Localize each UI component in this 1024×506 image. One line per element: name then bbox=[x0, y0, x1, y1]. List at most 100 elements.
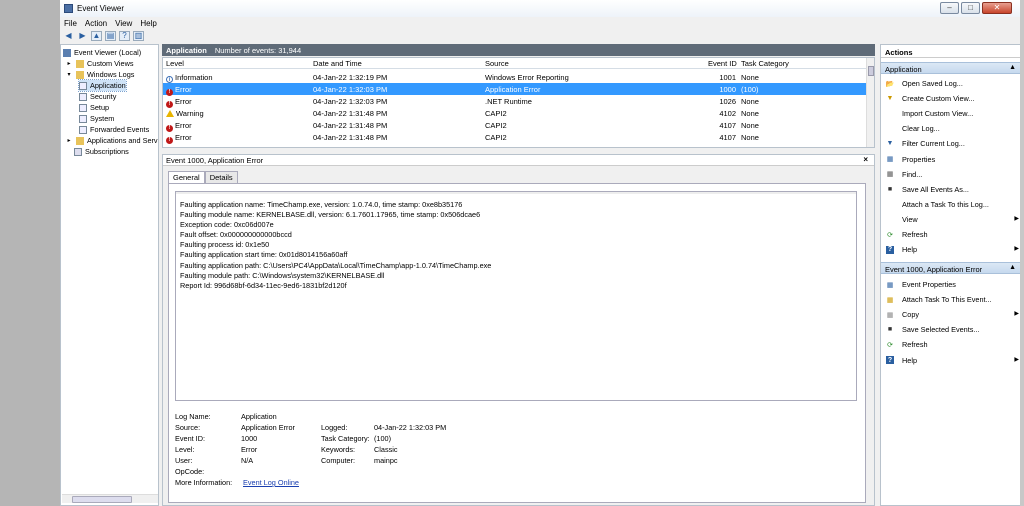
maximize-button[interactable]: □ bbox=[961, 2, 980, 14]
log-header: Application Number of events: 31,944 bbox=[162, 44, 875, 56]
action-label: Import Custom View... bbox=[902, 109, 974, 119]
action-label: Help bbox=[902, 355, 918, 365]
action-save-all-events-as[interactable]: ■ Save All Events As... bbox=[881, 183, 1020, 196]
show-hide-tree-icon[interactable]: ▤ bbox=[105, 30, 116, 41]
table-row[interactable]: Warning 04-Jan-22 1:31:48 PM CAPI2 4102 None bbox=[163, 107, 867, 119]
cell-level: Warning bbox=[166, 109, 204, 118]
tree-root[interactable]: Event Viewer (Local) bbox=[63, 47, 141, 58]
action-label: Save Selected Events... bbox=[902, 325, 980, 335]
cell-task: None bbox=[741, 121, 759, 130]
table-row[interactable]: ! Error 04-Jan-22 1:32:03 PM .NET Runtime 10… bbox=[163, 95, 867, 108]
title-bar[interactable]: Event Viewer – □ ✕ bbox=[60, 0, 1020, 17]
event-description[interactable]: Faulting application name: TimeChamp.exe… bbox=[175, 191, 857, 401]
action-find[interactable]: ▦ Find... bbox=[881, 168, 1020, 181]
menu-file[interactable]: File bbox=[64, 19, 77, 28]
tree-log-system[interactable]: System bbox=[79, 113, 114, 124]
cell-source: Windows Error Reporting bbox=[485, 73, 569, 82]
action-view[interactable]: View ▶ bbox=[881, 213, 1020, 226]
actions-section-application[interactable]: Application ▲ bbox=[881, 62, 1020, 74]
more-info-label: More Information: bbox=[175, 478, 233, 487]
action-label: Create Custom View... bbox=[902, 94, 975, 104]
action-help[interactable]: ? Help ▶ bbox=[881, 243, 1020, 256]
event-properties: Log Name: Application Source: Applicatio… bbox=[175, 412, 855, 502]
tree-subscriptions[interactable]: Subscriptions bbox=[74, 146, 129, 157]
submenu-arrow-icon: ▶ bbox=[1014, 215, 1019, 222]
expand-arrow-icon[interactable]: ▸ bbox=[65, 60, 73, 68]
collapse-caret-icon[interactable]: ▲ bbox=[1009, 64, 1016, 71]
col-task-category[interactable]: Task Category bbox=[741, 59, 789, 68]
minimize-button[interactable]: – bbox=[940, 2, 959, 14]
back-arrow-icon[interactable]: ◀ bbox=[63, 31, 74, 41]
help-icon[interactable]: ? bbox=[119, 30, 130, 41]
event-action-attach-task-to-this-event[interactable]: ▦ Attach Task To This Event... bbox=[881, 293, 1020, 306]
col-date[interactable]: Date and Time bbox=[313, 59, 362, 68]
logged-value: 04-Jan-22 1:32:03 PM bbox=[374, 423, 447, 432]
tree-custom-views[interactable]: ▸ Custom Views bbox=[65, 58, 133, 69]
action-refresh[interactable]: ⟳ Refresh bbox=[881, 228, 1020, 241]
table-row[interactable]: ! Error 04-Jan-22 1:31:48 PM CAPI2 4107 None bbox=[163, 119, 867, 132]
action-clear-log[interactable]: Clear Log... bbox=[881, 122, 1020, 135]
refresh-icon: ⟳ bbox=[887, 231, 893, 239]
action-create-custom-view[interactable]: ▼ Create Custom View... bbox=[881, 92, 1020, 105]
cell-source: CAPI2 bbox=[485, 109, 507, 118]
col-source[interactable]: Source bbox=[485, 59, 509, 68]
menu-help[interactable]: Help bbox=[140, 19, 156, 28]
computer-value: mainpc bbox=[374, 456, 398, 465]
cell-date: 04-Jan-22 1:32:19 PM bbox=[313, 73, 388, 82]
action-label: Refresh bbox=[902, 340, 928, 350]
tree-apps-services[interactable]: ▸ Applications and Servic bbox=[65, 135, 158, 146]
properties-icon: ▦ bbox=[886, 156, 894, 163]
event-action-event-properties[interactable]: ▦ Event Properties bbox=[881, 278, 1020, 291]
cell-task: None bbox=[741, 133, 759, 142]
tree-horizontal-scrollbar[interactable] bbox=[62, 494, 158, 503]
tree-log-application[interactable]: Application bbox=[78, 79, 127, 92]
clear-icon bbox=[886, 125, 894, 133]
event-action-help[interactable]: ? Help ▶ bbox=[881, 354, 1020, 367]
menu-view[interactable]: View bbox=[115, 19, 132, 28]
subscriptions-icon bbox=[74, 147, 82, 156]
source-label: Source: bbox=[175, 423, 201, 432]
table-row[interactable]: ! Error 04-Jan-22 1:32:03 PM Application Er… bbox=[163, 83, 867, 96]
tab-details[interactable]: Details bbox=[204, 171, 238, 183]
action-label: Find... bbox=[902, 169, 923, 179]
event-action-save-selected-events[interactable]: ■ Save Selected Events... bbox=[881, 323, 1020, 336]
desc-line: Faulting application start time: 0x01d80… bbox=[180, 250, 348, 260]
table-row[interactable]: ! Error 04-Jan-22 1:31:48 PM CAPI2 4107 None bbox=[163, 131, 867, 144]
action-attach-a-task-to-this-log[interactable]: Attach a Task To this Log... bbox=[881, 198, 1020, 211]
collapse-caret-icon[interactable]: ▲ bbox=[1009, 264, 1016, 271]
menu-action[interactable]: Action bbox=[85, 19, 107, 28]
find-icon: ▦ bbox=[886, 171, 894, 179]
tree-log-security[interactable]: Security bbox=[79, 91, 116, 102]
expand-arrow-icon[interactable]: ▸ bbox=[65, 137, 73, 145]
attach-task-icon: ▦ bbox=[886, 296, 894, 304]
close-window-button[interactable]: ✕ bbox=[982, 2, 1012, 14]
scrollbar-thumb[interactable] bbox=[72, 496, 132, 503]
cell-date: 04-Jan-22 1:31:48 PM bbox=[313, 133, 388, 142]
collapse-arrow-icon[interactable]: ▾ bbox=[65, 71, 73, 79]
action-filter-current-log[interactable]: ▼ Filter Current Log... bbox=[881, 137, 1020, 150]
tree-windows-logs[interactable]: ▾ Windows Logs bbox=[65, 69, 134, 80]
detail-header: Event 1000, Application Error × bbox=[163, 155, 874, 166]
cell-source: Application Error bbox=[485, 85, 541, 94]
scrollbar-thumb[interactable] bbox=[868, 66, 874, 76]
forward-arrow-icon[interactable]: ▶ bbox=[77, 31, 88, 41]
event-action-refresh[interactable]: ⟳ Refresh bbox=[881, 338, 1020, 351]
action-open-saved-log[interactable]: 📂 Open Saved Log... bbox=[881, 77, 1020, 90]
up-folder-icon[interactable]: ▲ bbox=[91, 30, 102, 41]
cell-event-id: 1000 bbox=[719, 85, 736, 94]
log-icon bbox=[79, 81, 87, 90]
show-action-pane-icon[interactable]: ▥ bbox=[133, 30, 144, 41]
table-row[interactable]: i Information 04-Jan-22 1:32:19 PM Windows … bbox=[163, 71, 867, 83]
action-import-custom-view[interactable]: Import Custom View... bbox=[881, 107, 1020, 120]
tree-log-forwarded-events[interactable]: Forwarded Events bbox=[79, 124, 149, 135]
opcode-label: OpCode: bbox=[175, 467, 205, 476]
col-level[interactable]: Level bbox=[166, 59, 184, 68]
close-detail-icon[interactable]: × bbox=[863, 155, 868, 164]
event-list-vertical-scrollbar[interactable] bbox=[866, 58, 874, 147]
event-action-copy[interactable]: ▦ Copy ▶ bbox=[881, 308, 1020, 321]
tree-log-setup[interactable]: Setup bbox=[79, 102, 109, 113]
action-properties[interactable]: ▦ Properties bbox=[881, 153, 1020, 166]
event-log-online-link[interactable]: Event Log Online bbox=[243, 478, 299, 487]
actions-section-event[interactable]: Event 1000, Application Error ▲ bbox=[881, 262, 1020, 274]
col-event-id[interactable]: Event ID bbox=[708, 59, 737, 68]
